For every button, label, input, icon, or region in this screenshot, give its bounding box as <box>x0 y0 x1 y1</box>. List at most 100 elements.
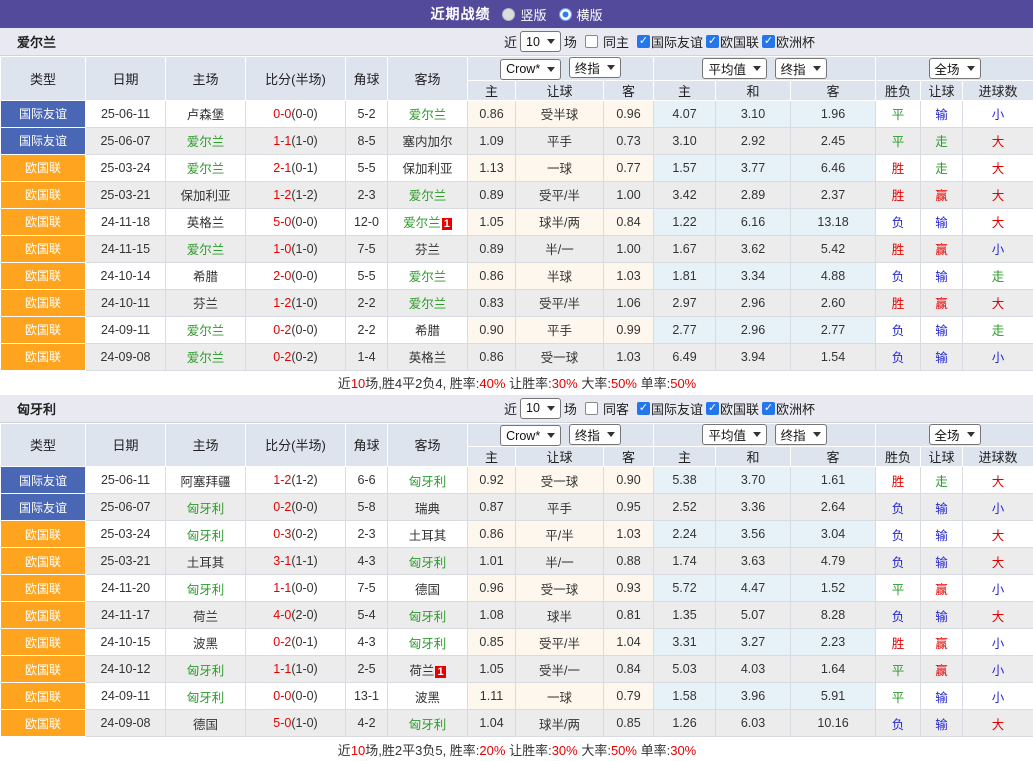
score-cell: 0-3(0-2) <box>246 521 346 548</box>
home-team-cell: 波黑 <box>166 629 246 656</box>
avg-draw-odds-cell: 3.62 <box>716 235 791 262</box>
match-row: 欧国联24-10-15波黑0-2(0-1)4-3匈牙利0.85受平/半1.043… <box>1 629 1033 656</box>
match-row: 欧国联24-11-20匈牙利1-1(0-0)7-5德国0.96受一球0.935.… <box>1 575 1033 602</box>
result-outcome-cell: 平 <box>876 100 921 127</box>
competition-type-cell: 国际友谊 <box>1 467 86 494</box>
scope-select[interactable]: 全场 <box>929 424 981 445</box>
col-crow-handicap: 让球 <box>516 447 604 467</box>
result-goals-cell: 走 <box>963 262 1033 289</box>
result-goals-cell: 小 <box>963 494 1033 521</box>
result-handicap-cell: 输 <box>921 100 963 127</box>
result-goals-cell: 小 <box>963 656 1033 683</box>
score-cell: 5-0(1-0) <box>246 710 346 737</box>
average-select[interactable]: 平均值 <box>702 424 767 445</box>
crow-home-odds-cell: 0.86 <box>468 343 516 370</box>
col-type: 类型 <box>1 57 86 101</box>
match-row: 欧国联24-11-17荷兰4-0(2-0)5-4匈牙利1.08球半0.811.3… <box>1 602 1033 629</box>
scope-select[interactable]: 全场 <box>929 58 981 79</box>
competition-type-cell: 欧国联 <box>1 181 86 208</box>
crow-away-odds-cell: 1.03 <box>604 343 654 370</box>
crow-handicap-cell: 受平/半 <box>516 181 604 208</box>
home-team-cell: 匈牙利 <box>166 683 246 710</box>
col-avg-away: 客 <box>791 447 876 467</box>
nations-league-checkbox[interactable] <box>706 35 719 48</box>
recent-count-select[interactable]: 10 <box>520 31 561 52</box>
corner-cell: 4-2 <box>346 710 388 737</box>
result-goals-cell: 大 <box>963 181 1033 208</box>
record-summary: 近10场,胜2平3负5, 胜率:20% 让胜率:30% 大率:50% 单率:30… <box>1 737 1033 761</box>
score-cell: 0-2(0-0) <box>246 494 346 521</box>
same-home-checkbox[interactable] <box>585 35 598 48</box>
crow-away-odds-cell: 0.95 <box>604 494 654 521</box>
avg-home-odds-cell: 5.03 <box>654 656 716 683</box>
average-group-header: 平均值 终指 <box>654 423 876 447</box>
team-name: 爱尔兰 <box>0 32 56 51</box>
crow-away-odds-cell: 1.00 <box>604 235 654 262</box>
avg-draw-odds-cell: 3.77 <box>716 154 791 181</box>
select-value: 终指 <box>781 425 806 444</box>
date-cell: 25-03-24 <box>86 521 166 548</box>
average-stage-select[interactable]: 终指 <box>775 424 827 445</box>
avg-away-odds-cell: 8.28 <box>791 602 876 629</box>
competition-type-cell: 国际友谊 <box>1 127 86 154</box>
crow-handicap-cell: 受一球 <box>516 467 604 494</box>
col-crow-handicap: 让球 <box>516 80 604 100</box>
euro-cup-checkbox[interactable] <box>762 35 775 48</box>
result-goals-cell: 小 <box>963 575 1033 602</box>
avg-home-odds-cell: 1.26 <box>654 710 716 737</box>
friendly-checkbox[interactable] <box>637 402 650 415</box>
euro-cup-checkbox[interactable] <box>762 402 775 415</box>
chevron-down-icon <box>967 432 975 437</box>
friendly-checkbox[interactable] <box>637 35 650 48</box>
competition-type-cell: 欧国联 <box>1 154 86 181</box>
average-stage-select[interactable]: 终指 <box>775 58 827 79</box>
result-outcome-cell: 平 <box>876 656 921 683</box>
match-row: 国际友谊25-06-07匈牙利0-2(0-0)5-8瑞典0.87平手0.952.… <box>1 494 1033 521</box>
filter-controls: 近 10 场 同客 国际友谊 欧国联 欧洲杯 <box>501 398 815 419</box>
chevron-down-icon <box>547 67 555 72</box>
avg-draw-odds-cell: 2.96 <box>716 289 791 316</box>
home-team-cell: 爱尔兰 <box>166 316 246 343</box>
home-team-cell: 保加利亚 <box>166 181 246 208</box>
scope-group-header: 全场 <box>876 423 1033 447</box>
bookmaker-select[interactable]: Crow* <box>500 59 561 80</box>
page-title: 近期战绩 <box>430 4 490 24</box>
away-team-cell: 芬兰 <box>388 235 468 262</box>
home-team-cell: 土耳其 <box>166 548 246 575</box>
avg-home-odds-cell: 1.67 <box>654 235 716 262</box>
recent-count-select[interactable]: 10 <box>520 398 561 419</box>
result-handicap-cell: 输 <box>921 343 963 370</box>
odds-stage-select[interactable]: 终指 <box>569 57 621 78</box>
result-outcome-cell: 负 <box>876 316 921 343</box>
date-cell: 24-11-20 <box>86 575 166 602</box>
odds-stage-select[interactable]: 终指 <box>569 424 621 445</box>
corner-cell: 5-5 <box>346 154 388 181</box>
avg-draw-odds-cell: 2.96 <box>716 316 791 343</box>
layout-vertical-option[interactable]: 竖版 <box>502 5 546 24</box>
date-cell: 25-06-11 <box>86 467 166 494</box>
corner-cell: 4-3 <box>346 629 388 656</box>
score-cell: 0-2(0-2) <box>246 343 346 370</box>
games-label: 场 <box>564 32 577 51</box>
radio-unselected-icon[interactable] <box>502 8 515 21</box>
nations-league-checkbox[interactable] <box>706 402 719 415</box>
match-row: 欧国联24-11-18英格兰5-0(0-0)12-0爱尔兰11.05球半/两0.… <box>1 208 1033 235</box>
result-goals-cell: 走 <box>963 316 1033 343</box>
away-team-cell: 匈牙利 <box>388 467 468 494</box>
select-value: Crow* <box>506 62 540 76</box>
same-away-checkbox[interactable] <box>585 402 598 415</box>
avg-home-odds-cell: 1.35 <box>654 602 716 629</box>
date-cell: 25-06-07 <box>86 494 166 521</box>
date-cell: 24-09-08 <box>86 710 166 737</box>
crow-away-odds-cell: 1.06 <box>604 289 654 316</box>
col-date: 日期 <box>86 423 166 467</box>
bookmaker-select[interactable]: Crow* <box>500 425 561 446</box>
avg-away-odds-cell: 2.23 <box>791 629 876 656</box>
score-cell: 5-0(0-0) <box>246 208 346 235</box>
euro-cup-label: 欧洲杯 <box>776 32 815 51</box>
average-select[interactable]: 平均值 <box>702 58 767 79</box>
match-row: 欧国联24-10-14希腊2-0(0-0)5-5爱尔兰0.86半球1.031.8… <box>1 262 1033 289</box>
col-avg-draw: 和 <box>716 80 791 100</box>
radio-selected-icon[interactable] <box>559 8 572 21</box>
layout-horizontal-option[interactable]: 横版 <box>559 5 603 24</box>
